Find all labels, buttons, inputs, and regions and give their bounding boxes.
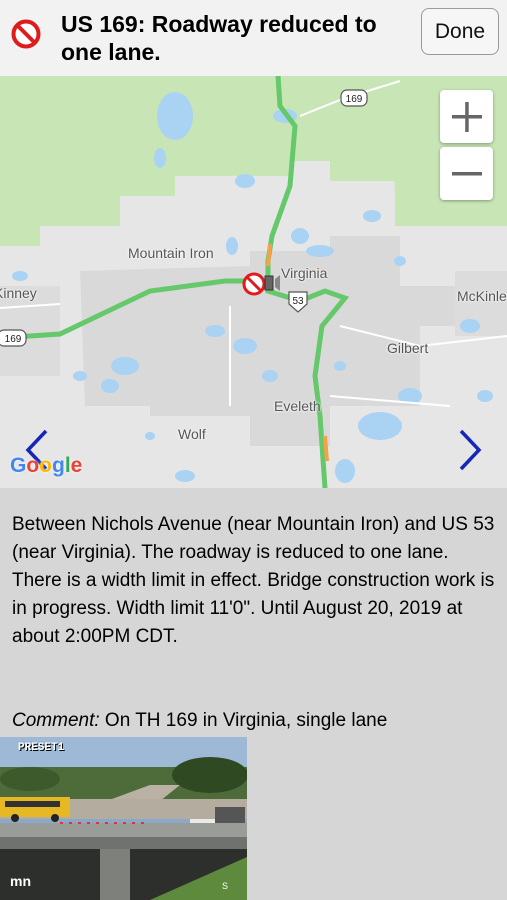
- camera-scene: [0, 737, 247, 900]
- incident-comment: Comment: On TH 169 in Virginia, single l…: [12, 707, 502, 735]
- done-button[interactable]: Done: [421, 8, 499, 55]
- map-label-mckinley: McKinle: [457, 288, 507, 304]
- svg-text:169: 169: [5, 334, 22, 345]
- comment-text: On TH 169 in Virginia, single lane: [104, 710, 388, 731]
- svg-text:169: 169: [346, 94, 363, 105]
- us169-shield-left: 169: [0, 329, 27, 347]
- zoom-out-button[interactable]: [440, 147, 493, 200]
- camera-preset-label: PRESET1: [18, 742, 65, 754]
- alert-header: US 169: Roadway reduced to one lane. Don…: [0, 0, 507, 76]
- google-attribution-logo[interactable]: Google: [10, 454, 82, 478]
- mndot-logo: mn: [10, 873, 31, 889]
- alert-title: US 169: Roadway reduced to one lane.: [61, 11, 377, 65]
- zoom-in-button[interactable]: [440, 90, 493, 143]
- camera-corner-label: S: [222, 881, 229, 891]
- map-label-virginia: Virginia: [281, 265, 328, 281]
- map-view[interactable]: 169 169 53 Mountain Iron Virginia Kinney…: [0, 76, 507, 488]
- plus-icon: [451, 101, 482, 132]
- map-label-mountain-iron: Mountain Iron: [128, 245, 214, 261]
- map-label-eveleth: Eveleth: [274, 398, 321, 414]
- map-canvas: 169 169 53: [0, 76, 507, 488]
- traffic-camera-image[interactable]: PRESET1 S mn: [0, 737, 247, 900]
- next-arrow-icon[interactable]: [455, 428, 485, 472]
- map-label-kinney: Kinney: [0, 285, 37, 301]
- map-label-wolf: Wolf: [178, 426, 206, 442]
- map-label-gilbert: Gilbert: [387, 340, 429, 356]
- svg-text:53: 53: [292, 296, 304, 307]
- incident-description: Between Nichols Avenue (near Mountain Ir…: [12, 514, 495, 647]
- no-entry-icon: [11, 19, 41, 49]
- comment-label: Comment:: [12, 710, 100, 731]
- minus-icon: [451, 171, 482, 175]
- us169-shield-top: 169: [340, 89, 368, 107]
